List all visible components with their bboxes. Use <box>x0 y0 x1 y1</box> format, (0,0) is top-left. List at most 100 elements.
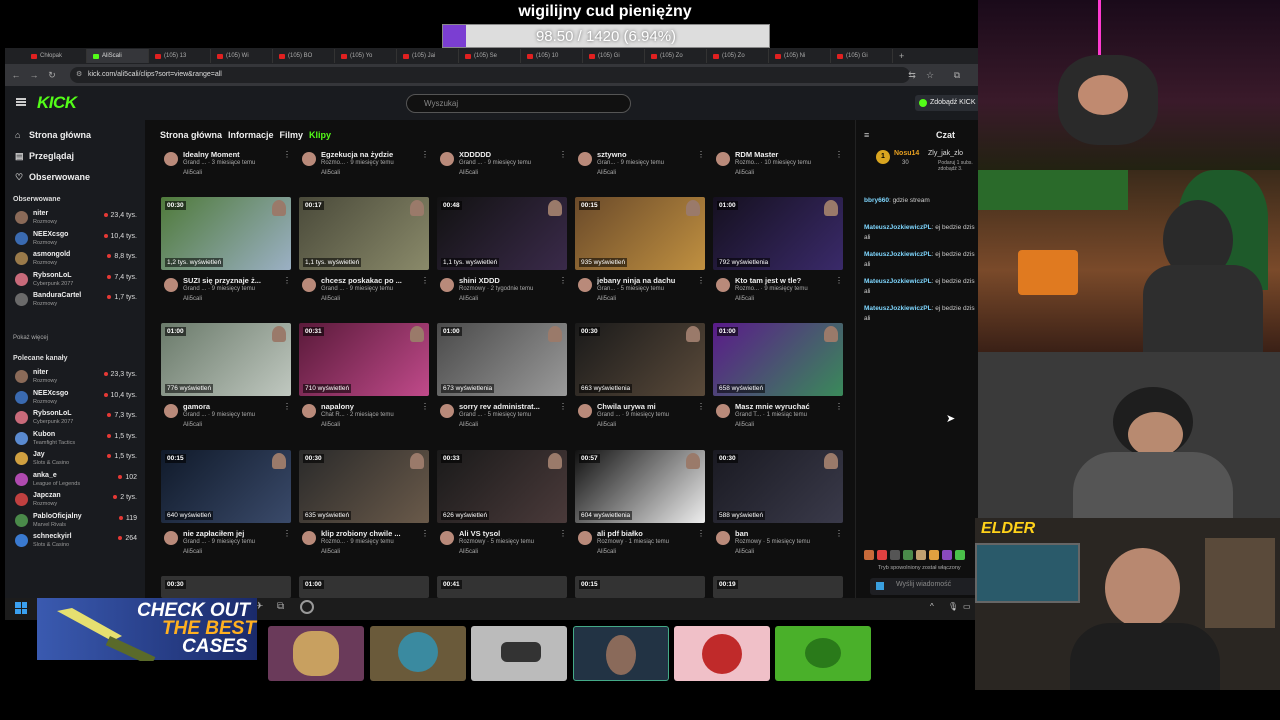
browser-tab[interactable]: (105) Jai <box>397 49 459 63</box>
avatar[interactable] <box>440 404 454 418</box>
clip-card[interactable]: 00:17 1,1 tys. wyświetleń chcesz poskakac … <box>299 197 429 307</box>
avatar[interactable] <box>302 404 316 418</box>
more-options-icon[interactable]: ⋮ <box>421 529 429 538</box>
avatar[interactable] <box>716 404 730 418</box>
browser-tab[interactable]: (105) Gi <box>831 49 893 63</box>
sidebar-channel[interactable]: niter Rozmowy 23,4 tys. <box>13 208 141 228</box>
clip-card[interactable]: XDDDDD Grand ... · 9 miesięcy temu Ali5cal… <box>437 150 567 180</box>
clip-thumbnail[interactable]: 00:57 604 wyświetlenia <box>575 450 705 523</box>
browser-tab[interactable]: AliScali <box>87 49 149 63</box>
taskbar-obs-icon[interactable] <box>300 600 314 614</box>
emote-picker-icon[interactable] <box>876 582 884 590</box>
sidebar-channel[interactable]: NEEXcsgo Rozmowy 10,4 tys. <box>13 388 141 408</box>
forward-icon[interactable]: → <box>27 68 41 82</box>
browser-tab[interactable]: (105) Gi <box>583 49 645 63</box>
translate-icon[interactable]: ⇆ <box>905 68 919 82</box>
avatar[interactable] <box>440 278 454 292</box>
clip-title[interactable]: Masz mnie wyruchać <box>735 402 835 411</box>
clip-thumbnail[interactable]: 00:30 1,2 tys. wyświetleń <box>161 197 291 270</box>
back-icon[interactable]: ← <box>9 68 23 82</box>
tab-about[interactable]: Informacje <box>228 130 274 140</box>
clip-thumbnail[interactable]: 00:31 710 wyświetleń <box>299 323 429 396</box>
clip-author[interactable]: Ali5cali <box>321 296 340 302</box>
clip-title[interactable]: chcesz poskakac po ... <box>321 276 421 285</box>
chat-username[interactable]: bbry660 <box>864 197 889 204</box>
clip-card[interactable]: Egzekucja na żydzie Rozmo... · 9 miesięcy… <box>299 150 429 180</box>
clip-author[interactable]: Ali5cali <box>735 549 754 555</box>
clip-title[interactable]: sorry rev administrat... <box>459 402 559 411</box>
clip-author[interactable]: Ali5cali <box>597 549 616 555</box>
sidebar-home[interactable]: ⌂ Strona główna <box>15 130 91 140</box>
clip-card[interactable]: 01:00 658 wyświetleń Masz mnie wyruchać Gra… <box>713 323 843 433</box>
clip-card[interactable]: 00:57 604 wyświetlenia ali pdf białko Rozmo… <box>575 450 705 560</box>
clip-thumbnail[interactable]: 00:15 640 wyświetleń <box>161 450 291 523</box>
avatar[interactable] <box>164 531 178 545</box>
clip-title[interactable]: XDDDDD <box>459 150 559 159</box>
sidebar-channel[interactable]: RybsonLoL Cyberpunk 2077 7,3 tys. <box>13 408 141 428</box>
avatar[interactable] <box>302 531 316 545</box>
more-options-icon[interactable]: ⋮ <box>559 150 567 159</box>
clip-thumbnail[interactable]: 01:00 776 wyświetleń <box>161 323 291 396</box>
clip-title[interactable]: shini XDDD <box>459 276 559 285</box>
clip-card[interactable]: 01:00 792 wyświetlenia Kto tam jest w tle?… <box>713 197 843 307</box>
more-options-icon[interactable]: ⋮ <box>697 150 705 159</box>
windows-start-icon[interactable] <box>15 602 27 614</box>
clip-author[interactable]: Ali5cali <box>321 422 340 428</box>
clip-author[interactable]: Ali5cali <box>597 170 616 176</box>
avatar[interactable] <box>302 278 316 292</box>
menu-icon[interactable] <box>16 98 26 106</box>
gift-user[interactable]: Zly_jak_zlo <box>928 150 963 157</box>
site-info-icon[interactable]: ⚙ <box>76 70 82 78</box>
avatar[interactable] <box>440 531 454 545</box>
sidebar-browse[interactable]: ▤ Przeglądaj <box>15 151 74 162</box>
clip-thumbnail[interactable]: 01:00 658 wyświetleń <box>713 323 843 396</box>
browser-tab[interactable]: (105) 10 <box>521 49 583 63</box>
clip-title[interactable]: Egzekucja na żydzie <box>321 150 421 159</box>
clip-thumbnail[interactable]: 00:30 588 wyświetleń <box>713 450 843 523</box>
clip-title[interactable]: ali pdf białko <box>597 529 697 538</box>
taskbar-app-icon[interactable]: ⧉ <box>277 601 284 612</box>
clip-card[interactable]: 01:00 673 wyświetlenia sorry rev administr… <box>437 323 567 433</box>
clip-thumbnail[interactable]: 00:15 935 wyświetleń <box>575 197 705 270</box>
clip-author[interactable]: Ali5cali <box>597 296 616 302</box>
microphone-icon[interactable]: 🎙 <box>948 602 958 611</box>
display-icon[interactable]: ▭ <box>963 602 971 611</box>
clip-thumbnail[interactable]: 00:15 <box>575 576 705 598</box>
avatar[interactable] <box>578 404 592 418</box>
clip-title[interactable]: nie zapłaciłem jej <box>183 529 283 538</box>
sidebar-channel[interactable]: niter Rozmowy 23,3 tys. <box>13 367 141 387</box>
clip-card[interactable]: 00:30 635 wyświetleń klip zrobiony chwile … <box>299 450 429 560</box>
more-options-icon[interactable]: ⋮ <box>697 276 705 285</box>
more-options-icon[interactable]: ⋮ <box>697 402 705 411</box>
show-more-link[interactable]: Pokaż więcej <box>13 335 48 341</box>
clip-thumbnail[interactable]: 00:48 1,1 tys. wyświetleń <box>437 197 567 270</box>
clip-card[interactable]: 00:30 588 wyświetleń ban Rozmowy · 5 miesię… <box>713 450 843 560</box>
clip-title[interactable]: ban <box>735 529 835 538</box>
avatar[interactable] <box>164 152 178 166</box>
more-options-icon[interactable]: ⋮ <box>697 529 705 538</box>
tab-home[interactable]: Strona główna <box>160 130 222 140</box>
avatar[interactable] <box>578 531 592 545</box>
clip-author[interactable]: Ali5cali <box>735 170 754 176</box>
clip-thumbnail[interactable]: 00:33 626 wyświetleń <box>437 450 567 523</box>
tab-clips[interactable]: Klipy <box>309 130 331 140</box>
chat-input[interactable]: Wyślij wiadomość <box>870 578 978 595</box>
clip-thumbnail[interactable]: 01:00 792 wyświetlenia <box>713 197 843 270</box>
sidebar-channel[interactable]: schneckyirl Slots & Casino 264 <box>13 531 141 551</box>
clip-card[interactable]: 00:31 710 wyświetleń napalony Chat R... · 2… <box>299 323 429 433</box>
clip-author[interactable]: Ali5cali <box>183 422 202 428</box>
reload-icon[interactable]: ↻ <box>45 68 59 82</box>
pinned-user[interactable]: Nosu14 <box>894 150 919 157</box>
clip-card[interactable]: 00:48 1,1 tys. wyświetleń shini XDDD Rozmow… <box>437 197 567 307</box>
avatar[interactable] <box>578 278 592 292</box>
browser-tab[interactable]: (105) Se <box>459 49 521 63</box>
browser-tab[interactable]: (105) Zo <box>645 49 707 63</box>
sidebar-channel[interactable]: asmongold Rozmowy 8,8 tys. <box>13 249 141 269</box>
sidebar-channel[interactable]: Kubon Teamfight Tactics 1,5 tys. <box>13 429 141 449</box>
clip-author[interactable]: Ali5cali <box>459 422 478 428</box>
sidebar-channel[interactable]: anka_e League of Legends 102 <box>13 470 141 490</box>
more-options-icon[interactable]: ⋮ <box>559 276 567 285</box>
clip-title[interactable]: jebany ninja na dachu <box>597 276 697 285</box>
sidebar-channel[interactable]: BanduraCartel Rozmowy 1,7 tys. <box>13 290 141 310</box>
clip-author[interactable]: Ali5cali <box>321 549 340 555</box>
